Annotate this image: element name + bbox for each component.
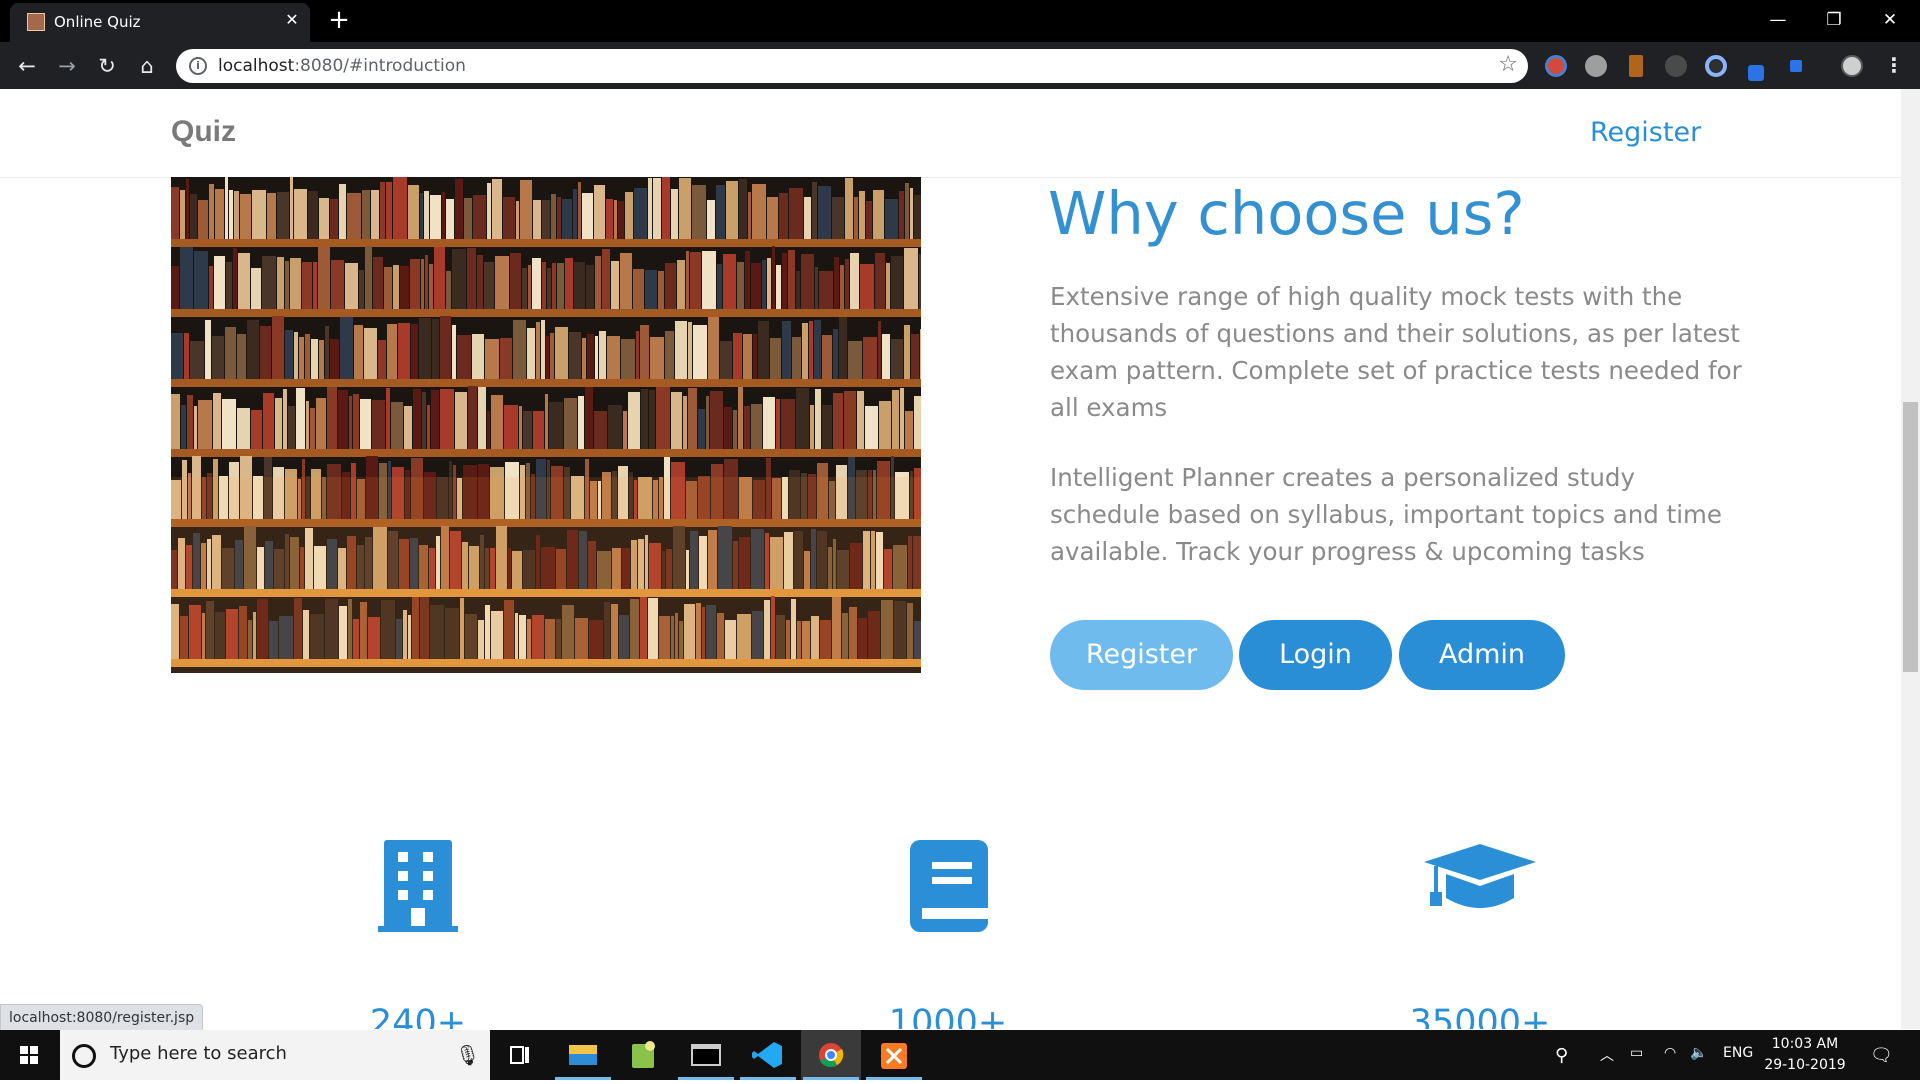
section-title: Why choose us?	[1048, 179, 1525, 248]
forward-arrow-icon[interactable]: →	[51, 50, 83, 82]
xampp-icon[interactable]	[864, 1030, 924, 1080]
intro-paragraph-1: Extensive range of high quality mock tes…	[1050, 282, 1742, 422]
cortana-circle-icon	[72, 1044, 96, 1068]
nav-register-link[interactable]: Register	[1590, 117, 1701, 148]
circle-extension-icon[interactable]	[1705, 55, 1727, 77]
browser-tab[interactable]: Online Quiz ✕	[10, 3, 310, 42]
taskbar-search-box[interactable]: Type here to search 🎙	[60, 1030, 490, 1080]
window-close-button[interactable]: ✕	[1862, 0, 1918, 40]
browser-tab-strip: Online Quiz ✕ + — ❐ ✕	[0, 0, 1920, 42]
clock-time: 10:03 AM	[1771, 1036, 1839, 1052]
stat-students-count: 35000+	[1409, 1003, 1551, 1029]
library-favicon-icon	[27, 13, 45, 31]
intro-paragraph-2: Intelligent Planner creates a personaliz…	[1050, 463, 1722, 566]
browser-toolbar: ← → ↻ ⌂ i localhost:8080/#introduction ☆…	[0, 42, 1920, 89]
recycle-extension-icon[interactable]	[1665, 55, 1687, 77]
graduation-cap-icon	[1424, 844, 1536, 908]
windows-taskbar: Type here to search 🎙 ⚲ ︿ ▭ ◠ 🔈 ENG 10:0…	[0, 1030, 1920, 1080]
tab-close-icon[interactable]: ✕	[280, 8, 304, 32]
minimize-button[interactable]: —	[1750, 0, 1806, 40]
java-extension-icon[interactable]	[1629, 55, 1643, 77]
action-center-notification-icon[interactable]: 🗨	[1870, 1045, 1893, 1066]
chrome-icon[interactable]	[801, 1030, 861, 1080]
web-page: Quiz Register Why choose us? Extensive r…	[0, 89, 1901, 1029]
pen-extension-icon[interactable]	[1748, 65, 1764, 81]
new-tab-button[interactable]: +	[326, 7, 352, 34]
clock-date: 29-10-2019	[1764, 1057, 1846, 1073]
site-navbar: Quiz Register	[0, 89, 1901, 178]
site-brand[interactable]: Quiz	[171, 115, 236, 149]
settings-gear-extension-icon[interactable]	[1585, 55, 1607, 77]
scrollbar-thumb[interactable]	[1903, 402, 1918, 672]
bookshelf-illustration	[171, 177, 921, 673]
vscode-icon[interactable]	[738, 1030, 798, 1080]
back-arrow-icon[interactable]: ←	[11, 50, 43, 82]
admin-button[interactable]: Admin	[1399, 620, 1565, 690]
people-icon[interactable]: ⚲	[1555, 1045, 1568, 1066]
profile-avatar[interactable]	[1841, 55, 1863, 77]
status-bar-url: localhost:8080/register.jsp	[0, 1004, 204, 1032]
wifi-icon[interactable]: ◠	[1664, 1045, 1676, 1061]
page-scrollbar[interactable]	[1901, 89, 1920, 1029]
battery-icon[interactable]: ▭	[1630, 1045, 1643, 1061]
reload-icon[interactable]: ↻	[91, 50, 123, 82]
file-explorer-icon[interactable]	[553, 1030, 613, 1080]
language-indicator[interactable]: ENG	[1723, 1045, 1753, 1061]
volume-icon[interactable]: 🔈	[1690, 1045, 1707, 1061]
url-host: localhost	[218, 56, 295, 76]
terminal-icon[interactable]	[676, 1030, 736, 1080]
building-icon	[378, 840, 458, 932]
tab-title: Online Quiz	[54, 13, 141, 31]
stat-tests-count: 240+	[369, 1003, 467, 1029]
stat-questions-count: 1000+	[888, 1003, 1008, 1029]
login-button[interactable]: Login	[1239, 620, 1392, 690]
restore-button[interactable]: ❐	[1806, 0, 1862, 40]
taskbar-clock[interactable]: 10:03 AM 29-10-2019	[1755, 1034, 1855, 1076]
address-bar[interactable]: i localhost:8080/#introduction ☆	[176, 49, 1528, 83]
square-extension-icon[interactable]	[1790, 60, 1802, 72]
task-view-icon[interactable]	[490, 1030, 550, 1080]
bookmark-star-icon[interactable]: ☆	[1498, 52, 1518, 77]
search-placeholder: Type here to search	[110, 1043, 287, 1064]
browser-menu-icon[interactable]: ⋮	[1884, 54, 1904, 76]
notepad-plus-plus-icon[interactable]	[614, 1030, 674, 1080]
windows-start-icon[interactable]	[0, 1030, 60, 1080]
bookshelf-image	[171, 177, 921, 673]
extension-icon[interactable]	[1545, 55, 1567, 77]
book-icon	[910, 840, 988, 932]
url-path: :8080/#introduction	[294, 56, 466, 76]
microphone-icon[interactable]: 🎙	[455, 1043, 480, 1067]
register-button[interactable]: Register	[1050, 620, 1233, 690]
url-text[interactable]: localhost:8080/#introduction	[218, 56, 466, 76]
site-info-icon[interactable]: i	[189, 57, 207, 75]
home-icon[interactable]: ⌂	[131, 50, 163, 82]
show-hidden-icons-chevron-icon[interactable]: ︿	[1600, 1045, 1614, 1065]
